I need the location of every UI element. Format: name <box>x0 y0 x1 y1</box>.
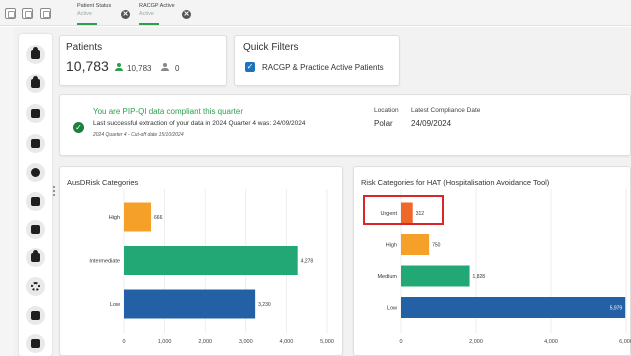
bar-value-label: 5,979 <box>610 306 623 312</box>
bar-value-label: 1,828 <box>473 274 486 280</box>
patient-search-icon[interactable] <box>26 45 45 64</box>
location-value: Polar <box>374 119 393 128</box>
bar-value-label: 750 <box>432 243 441 249</box>
bar <box>124 289 256 319</box>
x-tick-label: 0 <box>399 339 402 345</box>
person-icon[interactable] <box>26 74 45 93</box>
x-tick-label: 2,000 <box>469 339 483 345</box>
x-tick-label: 0 <box>122 339 125 345</box>
y-category-label: Low <box>387 306 397 312</box>
bar <box>401 265 470 287</box>
quick-filters-title: Quick Filters <box>243 42 299 53</box>
x-tick-label: 4,000 <box>280 339 294 345</box>
filter-settings-icon[interactable] <box>40 8 51 19</box>
inactive-patients-count: 0 <box>175 64 180 73</box>
bar-value-label: 4,278 <box>301 259 314 265</box>
compliance-date-label: Latest Compliance Date <box>411 107 481 114</box>
bar-value-label: 3,230 <box>258 302 271 308</box>
filter-chip-underline <box>139 23 159 25</box>
compliance-cutoff-text: 2024 Quarter 4 - Cut-off date 15/10/2024 <box>93 132 184 138</box>
calculator-icon[interactable] <box>26 104 45 123</box>
active-patients-icon <box>115 63 123 72</box>
patients-title: Patients <box>66 42 103 53</box>
x-tick-label: 4,000 <box>544 339 558 345</box>
calendar-icon[interactable] <box>26 134 45 153</box>
y-category-label: Low <box>110 302 120 308</box>
bar <box>401 297 626 318</box>
y-category-label: Intermediate <box>89 259 120 265</box>
filter-chip-value: Active <box>139 11 154 17</box>
account-circle-icon[interactable] <box>26 163 45 182</box>
patients-card: Patients 10,783 10,783 0 <box>59 35 227 86</box>
filter-chip-value: Active <box>77 11 92 17</box>
filter-bar: Patient Status Active ✕ RACGP Active Act… <box>0 0 631 26</box>
filter-chip-name: RACGP Active <box>139 3 175 9</box>
x-tick-label: 6,000 <box>619 339 631 345</box>
active-patients-count: 10,783 <box>127 64 152 73</box>
close-icon[interactable]: ✕ <box>121 10 130 19</box>
filter-chip-name: Patient Status <box>77 3 112 9</box>
bar <box>401 234 430 255</box>
sidebar <box>19 34 52 356</box>
select-all-icon[interactable] <box>5 8 16 19</box>
clipboard-icon[interactable] <box>26 220 45 239</box>
left-panel <box>0 27 14 356</box>
more-options-icon[interactable] <box>53 186 56 198</box>
bar-value-label: 666 <box>154 215 163 221</box>
filter-chip-underline <box>77 23 97 25</box>
inactive-patients-icon <box>161 63 169 72</box>
ausdrisk-chart-card: AusDRisk Categories 0 1,000 2,000 3,000 4,00… <box>59 166 343 356</box>
quick-filter-label[interactable]: RACGP & Practice Active Patients <box>262 63 384 72</box>
x-tick-label: 1,000 <box>158 339 172 345</box>
bar <box>124 202 152 232</box>
compliance-date-value: 24/09/2024 <box>411 119 452 128</box>
quick-filters-card: Quick Filters ✓ RACGP & Practice Active … <box>234 35 400 86</box>
x-tick-label: 2,000 <box>198 339 212 345</box>
medical-bag-icon[interactable] <box>26 334 45 353</box>
x-tick-label: 5,000 <box>320 339 334 345</box>
check-circle-icon: ✓ <box>73 122 84 133</box>
search-doc-icon[interactable] <box>26 306 45 325</box>
compliance-card: ✓ You are PIP-QI data compliant this qua… <box>59 94 631 156</box>
clear-selections-icon[interactable] <box>22 8 33 19</box>
location-label: Location <box>374 107 399 114</box>
ausdrisk-chart: 0 1,000 2,000 3,000 4,000 5,000 High 666 Interme… <box>89 189 334 345</box>
compliance-title: You are PIP-QI data compliant this quart… <box>93 107 244 116</box>
checkbox-checked-icon[interactable]: ✓ <box>245 62 255 72</box>
x-tick-label: 3,000 <box>239 339 253 345</box>
report-icon[interactable] <box>26 192 45 211</box>
y-category-label: High <box>109 215 120 221</box>
y-category-label: Medium <box>377 274 397 280</box>
patients-total: 10,783 <box>66 58 109 74</box>
close-icon[interactable]: ✕ <box>182 10 191 19</box>
settings-icon[interactable] <box>26 277 45 296</box>
compliance-extraction-text: Last successful extraction of your data … <box>93 120 306 127</box>
y-category-label: High <box>386 243 397 249</box>
urgent-highlight-box <box>363 195 444 225</box>
bar <box>124 246 298 275</box>
accessibility-icon[interactable] <box>26 248 45 267</box>
